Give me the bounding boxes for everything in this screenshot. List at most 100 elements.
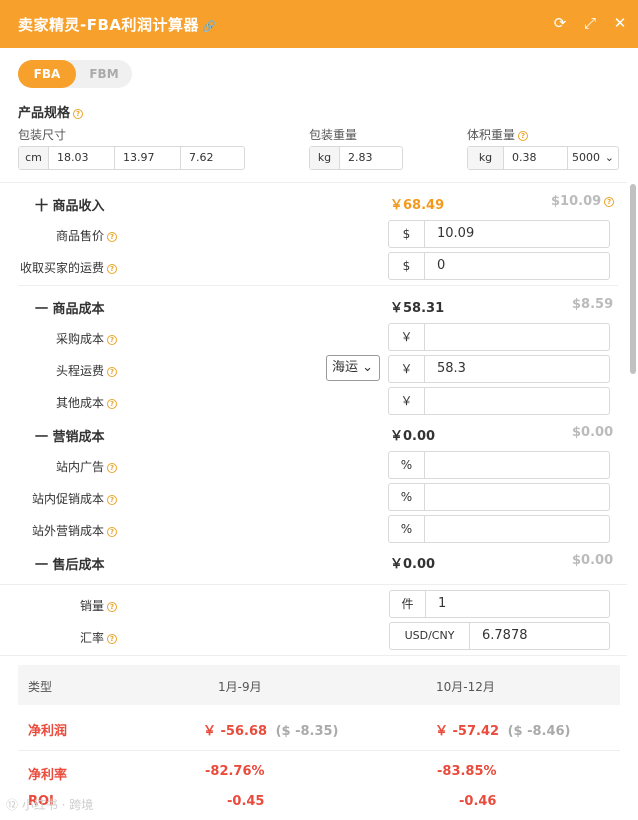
promo-value[interactable]	[425, 484, 437, 510]
quantity-label: 销量?	[80, 597, 118, 614]
help-icon[interactable]: ?	[107, 367, 118, 377]
promo-prefix: %	[389, 484, 425, 510]
divider	[0, 655, 627, 656]
help-icon[interactable]: ?	[107, 264, 118, 274]
external-marketing-input[interactable]: %	[388, 515, 610, 543]
chevron-down-icon: ⌄	[362, 360, 374, 375]
dim-length-input[interactable]: 18.03	[49, 147, 115, 169]
weight-input[interactable]: 2.83	[340, 147, 402, 169]
ads-value[interactable]	[425, 452, 437, 478]
exchange-rate-unit: USD/CNY	[390, 623, 470, 649]
dims-input-group: cm 18.03 13.97 7.62	[18, 146, 245, 170]
divider	[18, 285, 618, 286]
help-icon[interactable]: ?	[604, 197, 615, 207]
freight-prefix: ￥	[389, 356, 425, 382]
quantity-value[interactable]: 1	[426, 591, 446, 617]
help-icon[interactable]: ?	[107, 232, 118, 242]
window-controls: ⟳ ⤢ ✕	[552, 14, 628, 32]
net-margin-a: -82.76%	[205, 764, 265, 779]
dims-unit: cm	[19, 147, 49, 169]
link-icon[interactable]: 🔗	[202, 20, 216, 33]
purchase-cost-value[interactable]	[425, 324, 437, 350]
price-input[interactable]: $ 10.09	[388, 220, 610, 248]
purchase-cost-prefix: ￥	[389, 324, 425, 350]
scrollbar[interactable]	[630, 184, 636, 374]
dim-width-input[interactable]: 13.97	[115, 147, 181, 169]
ads-input[interactable]: %	[388, 451, 610, 479]
help-icon[interactable]: ?	[107, 399, 118, 409]
chevron-down-icon: ⌄	[604, 151, 614, 164]
results-header: 类型 1月-9月 10月-12月	[18, 665, 620, 705]
price-value[interactable]: 10.09	[425, 221, 474, 247]
freight-label: 头程运费?	[56, 362, 118, 379]
income-usd: $10.09?	[551, 194, 615, 209]
cost-cny: ￥58.31	[390, 301, 445, 316]
aftersale-cny: ￥0.00	[390, 557, 436, 572]
marketing-cny: ￥0.00	[390, 429, 436, 444]
freight-mode-select[interactable]: 海运 ⌄	[326, 355, 380, 381]
price-prefix: $	[389, 221, 425, 247]
ads-prefix: %	[389, 452, 425, 478]
fulfillment-tabs: FBA FBM	[18, 60, 132, 88]
divider	[0, 584, 627, 585]
net-profit-label: 净利润	[28, 724, 68, 739]
shipping-input[interactable]: $ 0	[388, 252, 610, 280]
income-title: 十 商品收入	[35, 199, 105, 214]
cost-title: 一 商品成本	[35, 302, 105, 317]
net-profit-b: ￥ -57.42 ($ -8.46)	[435, 724, 571, 739]
help-icon[interactable]: ?	[107, 463, 118, 473]
freight-input[interactable]: ￥ 58.3	[388, 355, 610, 383]
col-type: 类型	[28, 680, 53, 694]
shipping-label: 收取买家的运费?	[20, 259, 118, 276]
help-icon[interactable]: ?	[107, 335, 118, 345]
help-icon[interactable]: ?	[107, 527, 118, 537]
exchange-rate-label: 汇率?	[80, 629, 118, 646]
price-label: 商品售价?	[56, 227, 118, 244]
help-icon[interactable]: ?	[107, 495, 118, 505]
other-cost-prefix: ￥	[389, 388, 425, 414]
exchange-rate-input[interactable]: USD/CNY 6.7878	[389, 622, 610, 650]
other-cost-value[interactable]	[425, 388, 437, 414]
help-icon[interactable]: ?	[107, 634, 118, 644]
other-cost-label: 其他成本?	[56, 394, 118, 411]
other-cost-input[interactable]: ￥	[388, 387, 610, 415]
net-margin-label: 净利率	[28, 768, 68, 783]
dim-height-input[interactable]: 7.62	[181, 147, 244, 169]
purchase-cost-input[interactable]: ￥	[388, 323, 610, 351]
spec-title: 产品规格?	[18, 102, 84, 121]
cost-usd: $8.59	[572, 297, 614, 312]
close-icon[interactable]: ✕	[612, 14, 628, 32]
help-icon[interactable]: ?	[518, 131, 529, 141]
tab-fba[interactable]: FBA	[18, 60, 76, 88]
exchange-rate-value[interactable]: 6.7878	[470, 623, 528, 649]
shipping-value[interactable]: 0	[425, 253, 445, 279]
col-oct-dec: 10月-12月	[436, 680, 495, 694]
help-icon[interactable]: ?	[107, 602, 118, 612]
shipping-prefix: $	[389, 253, 425, 279]
freight-value[interactable]: 58.3	[425, 356, 466, 382]
aftersale-title: 一 售后成本	[35, 558, 105, 573]
dims-label: 包装尺寸	[18, 128, 67, 142]
quantity-input[interactable]: 件 1	[389, 590, 610, 618]
promo-label: 站内促销成本?	[32, 490, 118, 507]
net-margin-b: -83.85%	[437, 764, 497, 779]
tab-fbm[interactable]: FBM	[76, 60, 132, 88]
roi-b: -0.46	[459, 794, 497, 809]
vol-weight-input-group: kg 0.38 5000 ⌄	[467, 146, 619, 170]
quantity-unit: 件	[390, 591, 426, 617]
weight-input-group: kg 2.83	[309, 146, 403, 170]
window-title: 卖家精灵-FBA利润计算器 🔗	[18, 16, 217, 34]
vol-weight-label: 体积重量?	[467, 126, 529, 143]
expand-icon[interactable]: ⤢	[582, 14, 598, 32]
aftersale-usd: $0.00	[572, 553, 614, 568]
external-marketing-value[interactable]	[425, 516, 437, 542]
roi-a: -0.45	[227, 794, 265, 809]
help-icon[interactable]: ?	[73, 109, 84, 119]
net-profit-a: ￥ -56.68 ($ -8.35)	[203, 724, 339, 739]
vol-weight-input[interactable]: 0.38	[504, 147, 568, 169]
weight-unit: kg	[310, 147, 340, 169]
marketing-usd: $0.00	[572, 425, 614, 440]
vol-divisor-select[interactable]: 5000 ⌄	[568, 147, 618, 169]
promo-input[interactable]: %	[388, 483, 610, 511]
refresh-icon[interactable]: ⟳	[552, 14, 568, 32]
